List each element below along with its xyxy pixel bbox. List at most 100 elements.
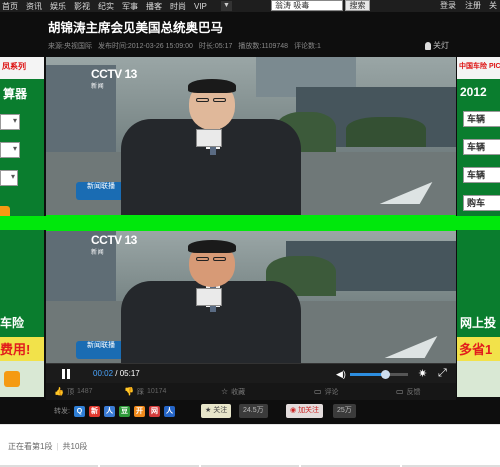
left-ad-select[interactable] [0, 142, 20, 158]
volume-fill [350, 373, 385, 376]
comment-label: 评论 [324, 388, 339, 396]
video-frame: CCTV 13 新 闻 新闻联播 [46, 231, 456, 363]
subscribe-button[interactable]: ★ 关注 [201, 404, 232, 418]
tencent-icon[interactable]: 人 [163, 405, 175, 417]
left-ad-promo: 费用! [0, 337, 44, 362]
video-source: 来源:央视国际 [48, 43, 92, 50]
glasses [196, 98, 209, 102]
hair [188, 79, 236, 93]
nav-item-movies[interactable]: 影视 [74, 1, 90, 12]
right-ad-field[interactable]: 车辆 [463, 111, 500, 127]
nav-item-entertainment[interactable]: 娱乐 [50, 1, 66, 12]
video-artifact [456, 216, 500, 230]
right-ad-field[interactable]: 购车 [463, 195, 500, 211]
episode-info: 正在看第1段 | 共10段 [8, 441, 87, 452]
left-ad-header: 凤系列 [0, 57, 44, 79]
video-plays: 播放数:1109748 [238, 43, 289, 50]
nav-item-podcast[interactable]: 播客 [146, 1, 162, 12]
lights-off-button[interactable]: 关灯 [425, 40, 449, 51]
video-duration: 时长:05:17 [198, 43, 233, 50]
comment-button[interactable]: ▭ 评论 [314, 387, 339, 397]
time-display: 00:02 / 05:17 [93, 369, 140, 378]
renren-icon[interactable]: 人 [103, 405, 115, 417]
right-ad-field[interactable]: 车辆 [463, 139, 500, 155]
glasses [213, 98, 226, 102]
action-bar: 👍 顶 1487 👎 踩 10174 ☆ 收藏 ▭ 评论 ▭ 反馈 [46, 383, 456, 400]
program-badge: 新闻联播 [76, 341, 126, 359]
comment-icon: ▭ [314, 387, 322, 396]
weibo-icon: ◉ [290, 407, 297, 414]
video-meta: 来源:央视国际 发布时间:2012-03-26 15:09:00 时长:05:1… [48, 41, 321, 51]
glasses [196, 257, 209, 261]
left-ad-footer [0, 361, 44, 397]
thumbs-up-button[interactable]: 👍 顶 1487 [54, 387, 93, 397]
thumbs-down-label: 踩 [136, 388, 144, 396]
register-link[interactable]: 注册 [465, 0, 481, 12]
pause-icon[interactable] [62, 368, 71, 379]
thumbs-down-count: 10174 [146, 388, 167, 395]
video-frame: CCTV 13 新 闻 新闻联播 [46, 57, 456, 215]
channel-logo-sub: 新 闻 [91, 250, 104, 256]
volume-slider[interactable] [350, 370, 408, 379]
nav-item-documentary[interactable]: 纪实 [98, 1, 114, 12]
favorite-button[interactable]: ☆ 收藏 [221, 387, 245, 397]
search-button[interactable]: 搜索 [345, 0, 370, 11]
nav-item-home[interactable]: 首页 [2, 1, 18, 12]
feedback-button[interactable]: ▭ 反馈 [396, 387, 421, 397]
subscribe-label: 关注 [213, 407, 228, 414]
thumbs-up-label: 顶 [66, 388, 74, 396]
follow-button[interactable]: ◉ 加关注 [286, 404, 324, 418]
total-time: 05:17 [119, 369, 140, 378]
tree [346, 117, 426, 147]
nav-item-vip[interactable]: VIP ▼ [194, 1, 232, 11]
nav-item-military[interactable]: 军事 [122, 1, 138, 12]
left-ad-title: 算器 [3, 87, 28, 101]
chevron-down-icon[interactable]: ▼ [220, 1, 232, 11]
playlist-bar: 正在看第1段 | 共10段 [0, 424, 500, 467]
microphone [196, 129, 222, 147]
video-artifact [0, 216, 46, 230]
feedback-label: 反馈 [406, 388, 421, 396]
video-comments-count: 评论数:1 [294, 43, 321, 50]
nav-item-fashion[interactable]: 时尚 [170, 1, 186, 12]
video-player[interactable]: CCTV 13 新 闻 新闻联播 CCTV 13 新 闻 新闻联播 [46, 57, 456, 363]
divider: | [56, 442, 59, 451]
left-ad-select[interactable] [0, 114, 20, 130]
star-icon: ★ [205, 407, 212, 414]
left-ad-field[interactable] [0, 170, 18, 186]
right-ad-header: 中国车险 PIC [457, 57, 500, 79]
channel-logo-sub: 新 闻 [91, 84, 104, 90]
right-ad-field[interactable]: 车辆 [463, 167, 500, 183]
login-link[interactable]: 登录 [440, 0, 456, 12]
program-badge: 新闻联播 [76, 182, 126, 200]
volume-icon[interactable]: ◀) [336, 369, 346, 380]
channel-logo: CCTV 13 新 闻 [91, 67, 137, 90]
weibo-icon[interactable]: 新 [88, 405, 100, 417]
follow-count: 25万 [333, 404, 356, 418]
subscribe-count: 24.5万 [239, 404, 268, 418]
kaixin-icon[interactable]: 开 [133, 405, 145, 417]
fullscreen-icon[interactable]: ⤢ [438, 367, 447, 380]
volume-knob[interactable] [380, 370, 390, 379]
douban-icon[interactable]: 豆 [118, 405, 130, 417]
close-link[interactable]: 关 [489, 0, 497, 12]
search-input[interactable]: 翁涛 吸毒 [271, 0, 343, 11]
time-separator: / [113, 369, 120, 378]
gear-icon[interactable]: ✷ [418, 367, 427, 380]
thumbs-up-count: 1487 [76, 388, 93, 395]
thumbs-up-icon: 👍 [54, 387, 64, 396]
channel-logo-text: CCTV 13 [91, 67, 137, 81]
video-artifact [46, 215, 456, 231]
nav-item-news[interactable]: 资讯 [26, 1, 42, 12]
now-playing: 正在看第1段 [8, 442, 53, 451]
channel-logo: CCTV 13 新 闻 [91, 233, 137, 256]
left-ad-insurance: 车险 [0, 316, 25, 330]
bulb-icon [425, 41, 431, 50]
right-ad-footer [457, 361, 500, 397]
thumbs-down-button[interactable]: 👎 踩 10174 [124, 387, 166, 397]
qzone-icon[interactable]: Q [73, 405, 85, 417]
right-ad-promo: 多省1 [457, 337, 500, 362]
right-ad-online: 网上投 [460, 316, 497, 330]
netease-icon[interactable]: 网 [148, 405, 160, 417]
microphone [196, 288, 222, 306]
